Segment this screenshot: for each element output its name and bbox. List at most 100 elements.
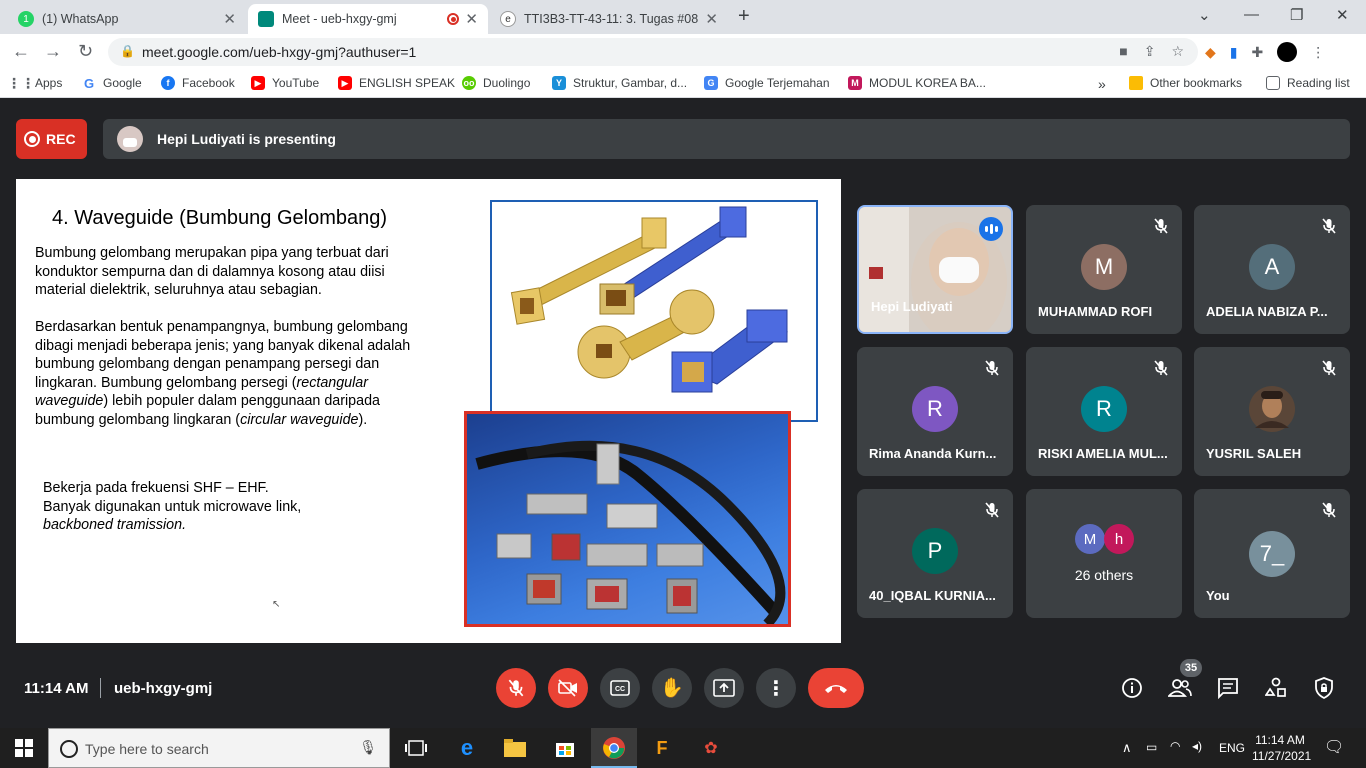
participant-tile-hepi[interactable]: Hepi Ludiyati [857, 205, 1013, 334]
menu-kebab-icon[interactable]: ⋮ [1311, 44, 1325, 61]
windows-taskbar: Type here to search 🎙 e F ✿ ∧ ▭ ◠ ◂) ENG… [0, 728, 1366, 768]
windows-start-icon[interactable] [12, 736, 36, 760]
tab-meet[interactable]: Meet - ueb-hxgy-gmj ✕ [248, 4, 488, 34]
url-text[interactable]: meet.google.com/ueb-hxgy-gmj?authuser=1 [142, 44, 416, 60]
share-icon[interactable]: ⇪ [1144, 43, 1156, 60]
browser-tab-strip: 1 (1) WhatsApp ✕ Meet - ueb-hxgy-gmj ✕ e… [0, 0, 1366, 34]
language-indicator[interactable]: ENG [1219, 741, 1245, 755]
bookmark-youtube[interactable]: ▶ YouTube [251, 76, 319, 90]
participant-tile[interactable]: P 40_IQBAL KURNIA... [857, 489, 1013, 618]
bookmark-star-icon[interactable]: ☆ [1171, 43, 1184, 60]
bookmark-duolingo[interactable]: oo Duolingo [462, 76, 530, 90]
present-now-button[interactable] [704, 668, 744, 708]
close-tab-icon[interactable]: ✕ [223, 10, 236, 28]
extension-icon[interactable]: ▮ [1230, 44, 1238, 61]
lock-icon[interactable]: 🔒 [120, 44, 135, 58]
camera-off-icon [558, 679, 577, 697]
omnibox[interactable]: 🔒 meet.google.com/ueb-hxgy-gmj?authuser=… [108, 38, 1198, 66]
participant-tile[interactable]: R RISKI AMELIA MUL... [1026, 347, 1182, 476]
waveguide-components-photo [464, 411, 791, 627]
clock[interactable]: 11:14 AM 11/27/2021 [1252, 732, 1311, 764]
recording-indicator[interactable]: REC [16, 119, 87, 159]
participant-name: YUSRIL SALEH [1206, 446, 1302, 461]
chrome-taskbar-button[interactable] [591, 728, 637, 768]
close-window-button[interactable]: ✕ [1336, 6, 1349, 24]
participant-tile[interactable]: A ADELIA NABIZA P... [1194, 205, 1350, 334]
new-tab-button[interactable]: + [738, 5, 750, 28]
chat-button[interactable] [1216, 676, 1240, 700]
bookmark-modul-korea[interactable]: M MODUL KOREA BA... [848, 76, 986, 90]
camera-toggle-button[interactable] [548, 668, 588, 708]
task-view-icon[interactable] [404, 736, 428, 760]
bookmark-google[interactable]: G Google [82, 75, 142, 91]
more-options-button[interactable]: ⋮ [756, 668, 796, 708]
participant-tile-you[interactable]: 7_ You [1194, 489, 1350, 618]
more-vert-icon: ⋮ [766, 677, 786, 700]
svg-text:CC: CC [615, 686, 625, 693]
host-controls-button[interactable] [1312, 676, 1336, 700]
bookmark-struktur[interactable]: Y Struktur, Gambar, d... [552, 76, 687, 90]
camera-in-use-icon[interactable]: ■ [1119, 43, 1127, 60]
tab-tti3b3[interactable]: e TTI3B3-TT-43-11: 3. Tugas #08 Pe ✕ [490, 4, 728, 34]
leave-call-button[interactable] [808, 668, 864, 708]
avatar: 7_ [1249, 531, 1295, 577]
youtube-icon: ▶ [251, 76, 265, 90]
bookmarks-bar: ⋮⋮ Apps G Google f Facebook ▶ YouTube ▶ … [0, 70, 1366, 98]
whatsapp-icon: 1 [18, 11, 34, 27]
other-bookmarks[interactable]: Other bookmarks [1129, 76, 1242, 90]
avatar: R [912, 386, 958, 432]
activities-button[interactable] [1264, 676, 1288, 700]
back-button[interactable]: ← [12, 41, 30, 62]
taskbar-search-box[interactable]: Type here to search 🎙 [48, 728, 390, 768]
youtube-icon: ▶ [338, 76, 352, 90]
file-explorer-icon[interactable] [503, 736, 527, 760]
yahoo-icon: Y [552, 76, 566, 90]
microphone-icon[interactable]: 🎙 [359, 739, 377, 756]
slide-paragraph: Bumbung gelombang merupakan pipa yang te… [35, 245, 389, 298]
slide-paragraph: Berdasarkan bentuk penampangnya, bumbung… [35, 319, 411, 428]
translate-icon: G [704, 76, 718, 90]
avatar: P [912, 528, 958, 574]
tab-search-chevron-icon[interactable]: ⌄ [1198, 6, 1211, 24]
raise-hand-button[interactable]: ✋ [652, 668, 692, 708]
metamask-icon[interactable]: ◆ [1205, 44, 1216, 61]
fl-studio-icon[interactable]: F [650, 736, 674, 760]
participant-tile[interactable]: M MUHAMMAD ROFI [1026, 205, 1182, 334]
app-icon[interactable]: ✿ [699, 736, 723, 760]
battery-icon[interactable]: ▭ [1146, 740, 1157, 754]
participant-tile[interactable]: YUSRIL SALEH [1194, 347, 1350, 476]
close-tab-icon[interactable]: ✕ [705, 10, 718, 28]
volume-icon[interactable]: ◂) [1192, 739, 1202, 753]
participant-tile[interactable]: R Rima Ananda Kurn... [857, 347, 1013, 476]
participant-tile-others[interactable]: M h 26 others [1026, 489, 1182, 618]
google-icon: G [83, 75, 95, 91]
mic-off-icon [1154, 360, 1168, 376]
captions-button[interactable]: CC [600, 668, 640, 708]
reading-list[interactable]: Reading list [1266, 76, 1350, 90]
people-button[interactable] [1168, 676, 1192, 700]
tray-chevron-icon[interactable]: ∧ [1122, 740, 1132, 756]
profile-avatar[interactable] [1277, 42, 1298, 62]
tab-whatsapp[interactable]: 1 (1) WhatsApp ✕ [8, 4, 246, 34]
puzzle-icon[interactable]: ✚ [1252, 44, 1264, 61]
close-tab-icon[interactable]: ✕ [465, 10, 478, 28]
store-icon[interactable] [553, 736, 577, 760]
bookmark-english-speak[interactable]: ▶ ENGLISH SPEAK [338, 76, 455, 90]
minimize-button[interactable]: — [1244, 6, 1259, 23]
bookmark-facebook[interactable]: f Facebook [161, 76, 235, 90]
meeting-time: 11:14 AM [24, 680, 89, 697]
notifications-icon[interactable]: 🗨 [1324, 737, 1344, 757]
restore-button[interactable]: ❐ [1290, 6, 1303, 24]
avatar: A [1249, 244, 1295, 290]
wifi-icon[interactable]: ◠ [1170, 739, 1180, 753]
bookmark-google-terjemahan[interactable]: G Google Terjemahan [704, 76, 830, 90]
forward-button[interactable]: → [44, 41, 62, 62]
reload-button[interactable]: ↻ [78, 41, 93, 62]
divider [100, 678, 101, 698]
mic-toggle-button[interactable] [496, 668, 536, 708]
mic-off-icon [1154, 218, 1168, 234]
meeting-details-button[interactable] [1120, 676, 1144, 700]
edge-icon[interactable]: e [455, 735, 479, 760]
bookmark-apps[interactable]: ⋮⋮ Apps [7, 75, 62, 91]
more-bookmarks-chevron[interactable]: » [1098, 76, 1106, 92]
